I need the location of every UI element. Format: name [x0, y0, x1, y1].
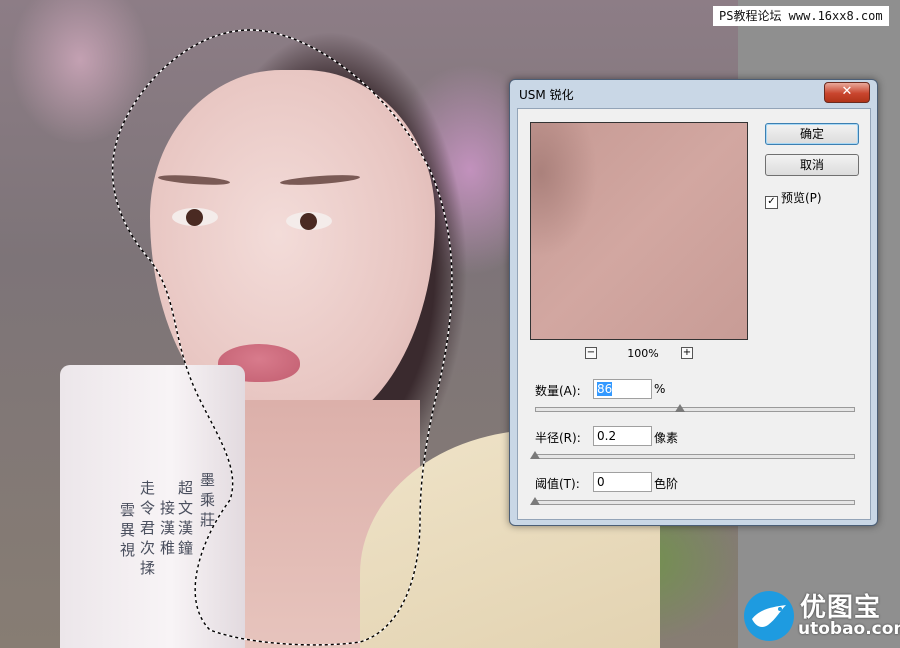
amount-slider-track[interactable]: [535, 407, 855, 412]
amount-input[interactable]: 86: [593, 379, 652, 399]
dialog-client-area: − 100% + 确定 取消 ✓ 预览(P) 数量(A): 86 % 半径(R):…: [517, 108, 871, 520]
amount-slider-thumb[interactable]: [674, 404, 685, 412]
zoom-in-button[interactable]: +: [681, 347, 693, 359]
watermark-logo-url: utobao.com: [798, 619, 900, 639]
ok-button[interactable]: 确定: [765, 123, 859, 145]
bird-logo-icon: [744, 591, 794, 641]
zoom-level: 100%: [627, 347, 659, 360]
cancel-button[interactable]: 取消: [765, 154, 859, 176]
preview-checkbox-label: 预览(P): [781, 191, 822, 205]
amount-unit: %: [654, 382, 666, 396]
radius-slider-thumb[interactable]: [530, 451, 540, 459]
threshold-label: 阈值(T):: [535, 477, 580, 491]
threshold-slider-thumb[interactable]: [530, 497, 540, 505]
preview-image[interactable]: [530, 122, 748, 340]
usm-sharpen-dialog: USM 锐化 ✕ − 100% + 确定 取消 ✓ 预览(P) 数量(A): 86…: [509, 79, 878, 526]
threshold-unit: 色阶: [654, 477, 679, 491]
close-icon: ✕: [841, 84, 853, 99]
dialog-titlebar[interactable]: USM 锐化 ✕: [510, 80, 877, 106]
radius-label: 半径(R):: [535, 431, 581, 445]
amount-label: 数量(A):: [535, 384, 581, 398]
threshold-slider-track[interactable]: [535, 500, 855, 505]
dialog-title: USM 锐化: [519, 88, 574, 102]
minus-icon: −: [586, 347, 596, 358]
close-button[interactable]: ✕: [824, 82, 870, 103]
zoom-out-button[interactable]: −: [585, 347, 597, 359]
watermark-top: PS教程论坛 www.16xx8.com: [713, 6, 889, 26]
radius-slider-track[interactable]: [535, 454, 855, 459]
threshold-input[interactable]: 0: [593, 472, 652, 492]
zoom-controls: − 100% +: [585, 347, 695, 361]
radius-unit: 像素: [654, 431, 679, 445]
preview-checkbox[interactable]: ✓: [765, 196, 778, 209]
amount-value: 86: [597, 382, 613, 396]
preview-checkbox-row[interactable]: ✓ 预览(P): [765, 189, 822, 209]
radius-input[interactable]: 0.2: [593, 426, 652, 446]
plus-icon: +: [682, 347, 692, 358]
watermark-logo: 优图宝 utobao.com: [742, 585, 900, 645]
